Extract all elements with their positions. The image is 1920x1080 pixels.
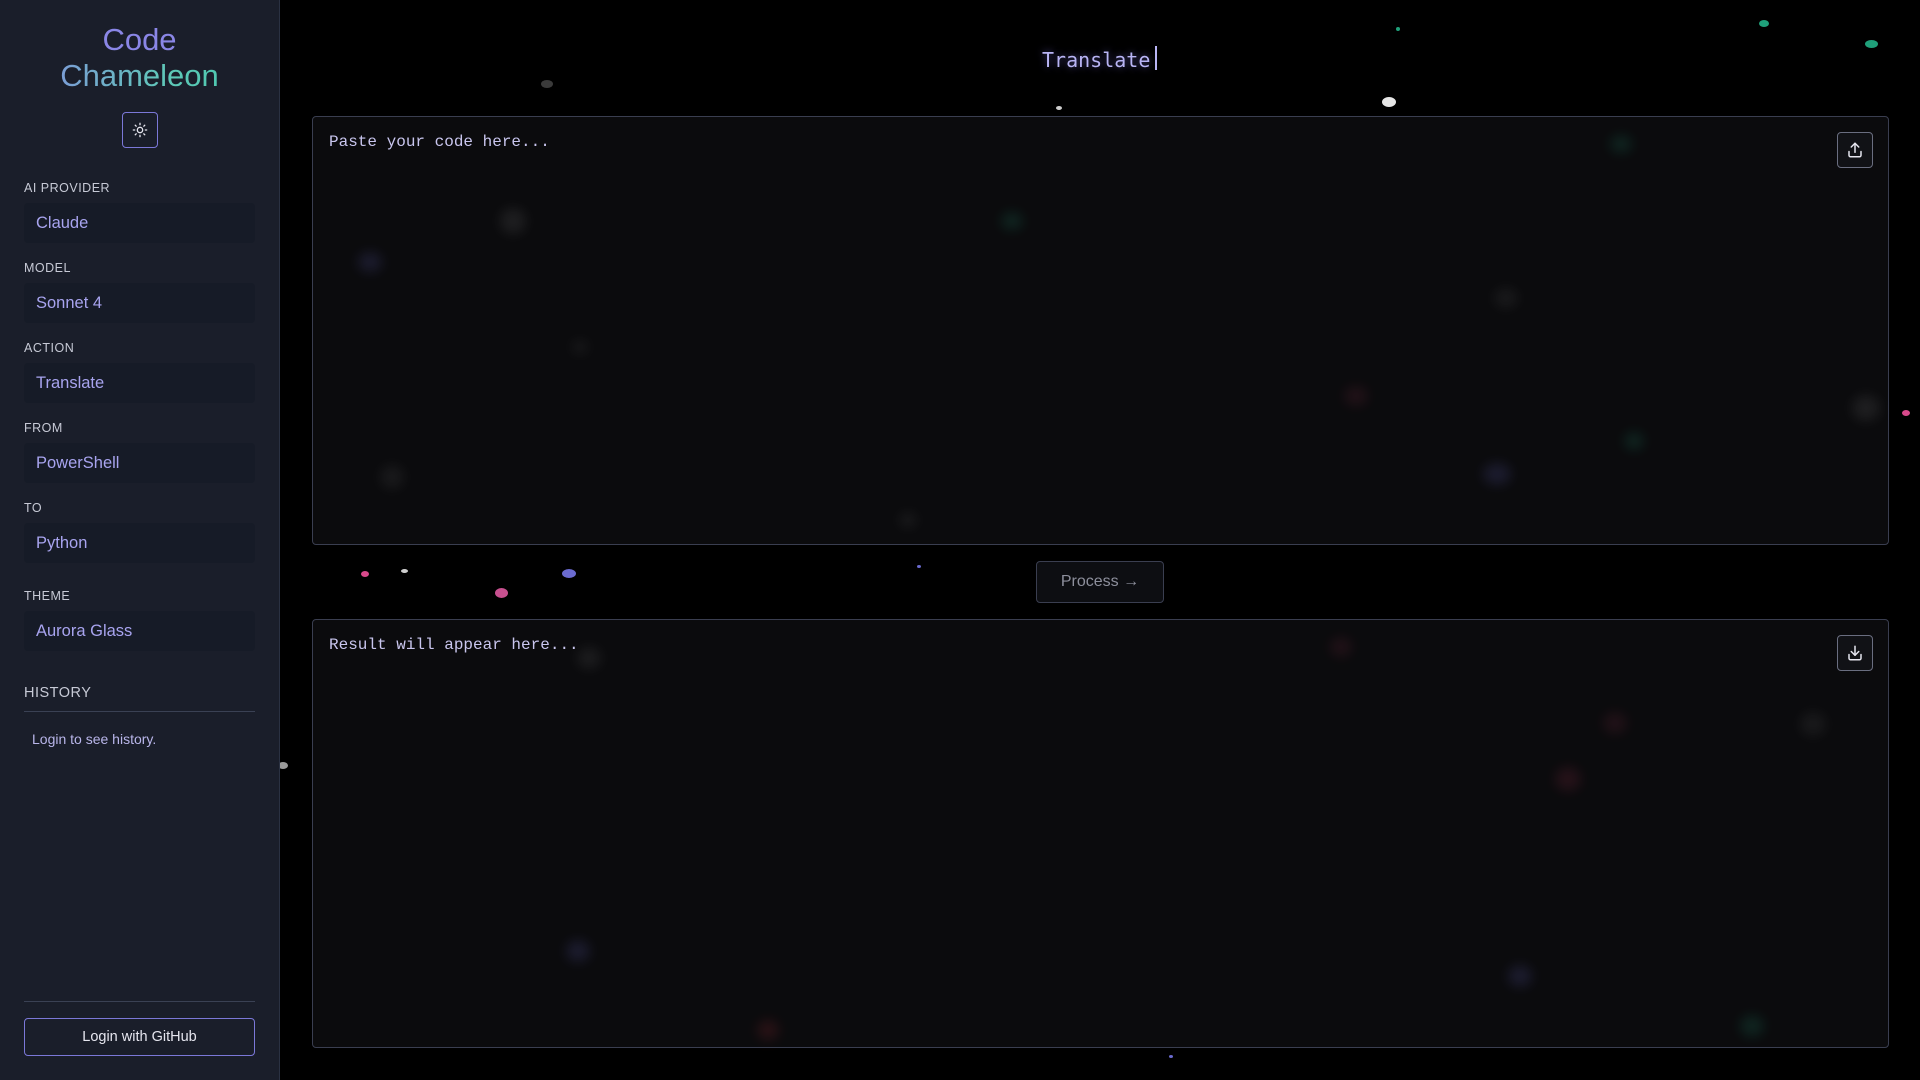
download-icon [1848, 645, 1862, 661]
history-title: HISTORY [24, 685, 255, 712]
brand-line-1: Code [102, 22, 177, 57]
result-output[interactable]: Result will appear here... [329, 636, 1828, 1031]
process-button[interactable]: Process → [1036, 561, 1164, 603]
ai-provider-select[interactable]: Claude [24, 203, 255, 243]
app-root: Code Chameleon AI PROVIDER Claude MODEL … [0, 0, 1920, 1080]
page-title: Translate [1042, 48, 1151, 72]
ai-provider-label: AI PROVIDER [24, 181, 111, 195]
upload-button[interactable] [1837, 132, 1873, 168]
action-label: ACTION [24, 341, 75, 355]
output-panel: Result will appear here... [312, 619, 1889, 1048]
action-select[interactable]: Translate [24, 363, 255, 403]
download-button[interactable] [1837, 635, 1873, 671]
from-language-select[interactable]: PowerShell [24, 443, 255, 483]
to-language-select[interactable]: Python [24, 523, 255, 563]
model-label: MODEL [24, 261, 71, 275]
history-message: Login to see history. [32, 731, 157, 747]
theme-label: THEME [24, 589, 71, 603]
theme-select[interactable]: Aurora Glass [24, 611, 255, 651]
to-label: TO [24, 501, 43, 515]
brand-logo: Code Chameleon [0, 22, 279, 94]
login-github-button[interactable]: Login with GitHub [24, 1018, 255, 1056]
sidebar-divider [24, 1001, 255, 1002]
sidebar: Code Chameleon AI PROVIDER Claude MODEL … [0, 0, 280, 1080]
title-caret [1155, 46, 1157, 70]
input-panel [312, 116, 1889, 545]
model-select[interactable]: Sonnet 4 [24, 283, 255, 323]
from-label: FROM [24, 421, 63, 435]
sun-icon [132, 122, 148, 138]
theme-toggle-button[interactable] [122, 112, 158, 148]
brand-line-2: Chameleon [0, 58, 279, 94]
code-input[interactable] [329, 133, 1828, 528]
upload-icon [1848, 142, 1862, 158]
